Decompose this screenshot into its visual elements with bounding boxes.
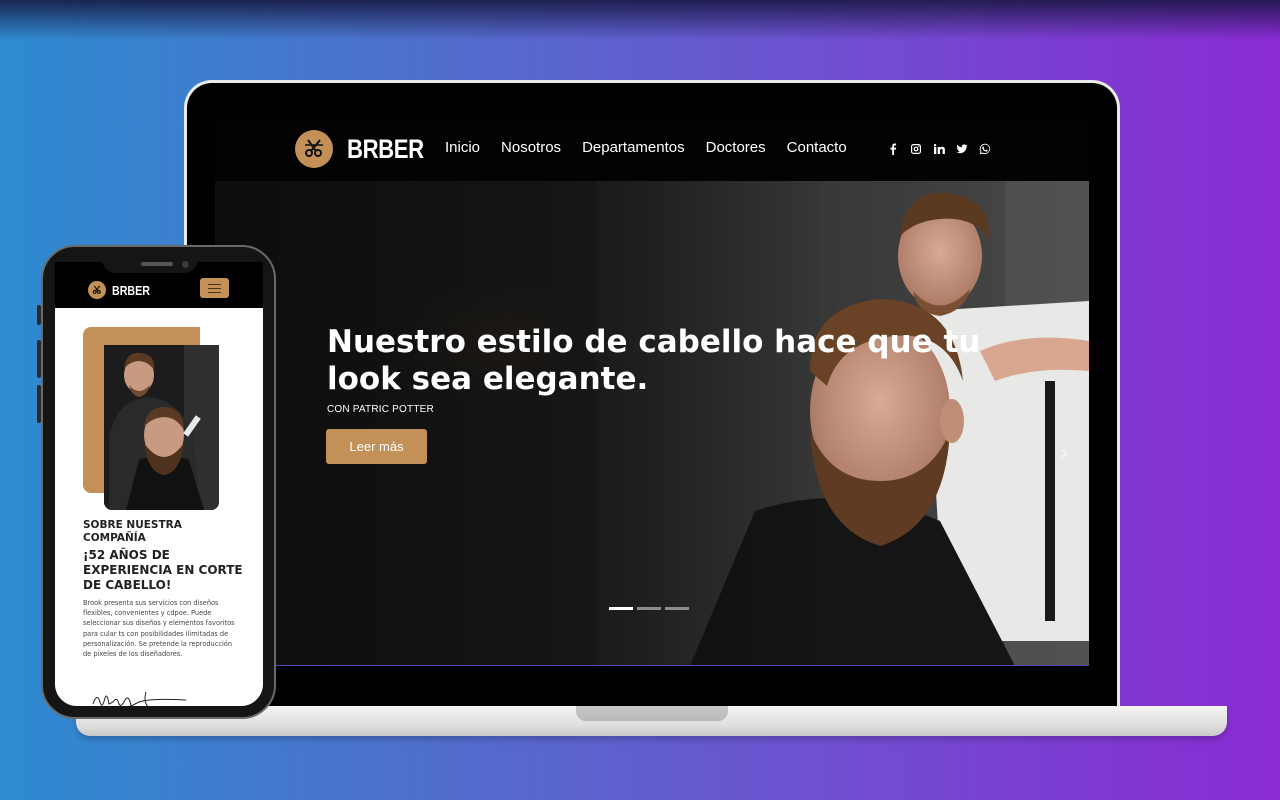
hamburger-line	[208, 283, 221, 285]
facebook-icon[interactable]	[884, 140, 902, 158]
hero-title: Nuestro estilo de cabello hace que tu lo…	[327, 324, 981, 397]
phone-camera	[182, 261, 189, 268]
slide-indicator-1[interactable]	[609, 607, 633, 610]
phone-speaker	[141, 262, 173, 266]
slide-indicator-2[interactable]	[637, 607, 661, 610]
nav-link-doctores[interactable]: Doctores	[706, 139, 766, 156]
whatsapp-icon[interactable]	[976, 140, 994, 158]
scissors-logo-icon	[295, 130, 333, 168]
nav-link-nosotros[interactable]: Nosotros	[501, 139, 561, 156]
site-logo[interactable]: BRBER	[295, 130, 441, 168]
main-nav: Inicio Nosotros Departamentos Doctores C…	[445, 139, 868, 156]
nav-link-departamentos[interactable]: Departamentos	[582, 139, 685, 156]
next-slide-chevron-icon[interactable]: ›	[1060, 441, 1069, 466]
phone-screen: BRBER SOBRE NUESTRA COMPAÑÍA ¡52 AÑOS DE…	[55, 262, 263, 706]
mobile-about-section: SOBRE NUESTRA COMPAÑÍA ¡52 AÑOS DE EXPER…	[55, 308, 263, 706]
about-heading: SOBRE NUESTRA COMPAÑÍA	[83, 519, 182, 544]
hero-subtitle: CON PATRIC POTTER	[327, 404, 434, 415]
social-links	[884, 140, 999, 158]
linkedin-icon[interactable]	[930, 140, 948, 158]
slide-indicator-3[interactable]	[665, 607, 689, 610]
read-more-button[interactable]: Leer más	[326, 429, 427, 464]
signature-image	[92, 691, 187, 706]
screen-bottom-line	[275, 665, 1089, 666]
background-top-shade	[0, 0, 1280, 40]
hero-overlay	[215, 181, 1089, 666]
about-description: Brook presenta sus servicios con diseños…	[83, 599, 235, 659]
hamburger-line	[208, 287, 221, 289]
scissors-logo-icon	[88, 281, 106, 299]
about-title: ¡52 AÑOS DE EXPERIENCIA EN CORTE DE CABE…	[83, 548, 243, 592]
slider-indicators	[609, 607, 693, 610]
mobile-brand-name: BRBER	[112, 282, 150, 298]
hamburger-menu-button[interactable]	[200, 278, 229, 298]
hero-slider: Nuestro estilo de cabello hace que tu lo…	[215, 181, 1089, 666]
brand-name: BRBER	[347, 133, 424, 164]
laptop-notch	[576, 706, 728, 721]
nav-link-inicio[interactable]: Inicio	[445, 139, 480, 156]
laptop-screen: BRBER Inicio Nosotros Departamentos Doct…	[215, 120, 1089, 666]
hamburger-line	[208, 291, 221, 293]
twitter-icon[interactable]	[953, 140, 971, 158]
site-header: BRBER Inicio Nosotros Departamentos Doct…	[215, 120, 1089, 181]
instagram-icon[interactable]	[907, 140, 925, 158]
mobile-logo[interactable]: BRBER	[88, 281, 158, 299]
nav-link-contacto[interactable]: Contacto	[787, 139, 847, 156]
about-barber-image	[104, 345, 219, 510]
